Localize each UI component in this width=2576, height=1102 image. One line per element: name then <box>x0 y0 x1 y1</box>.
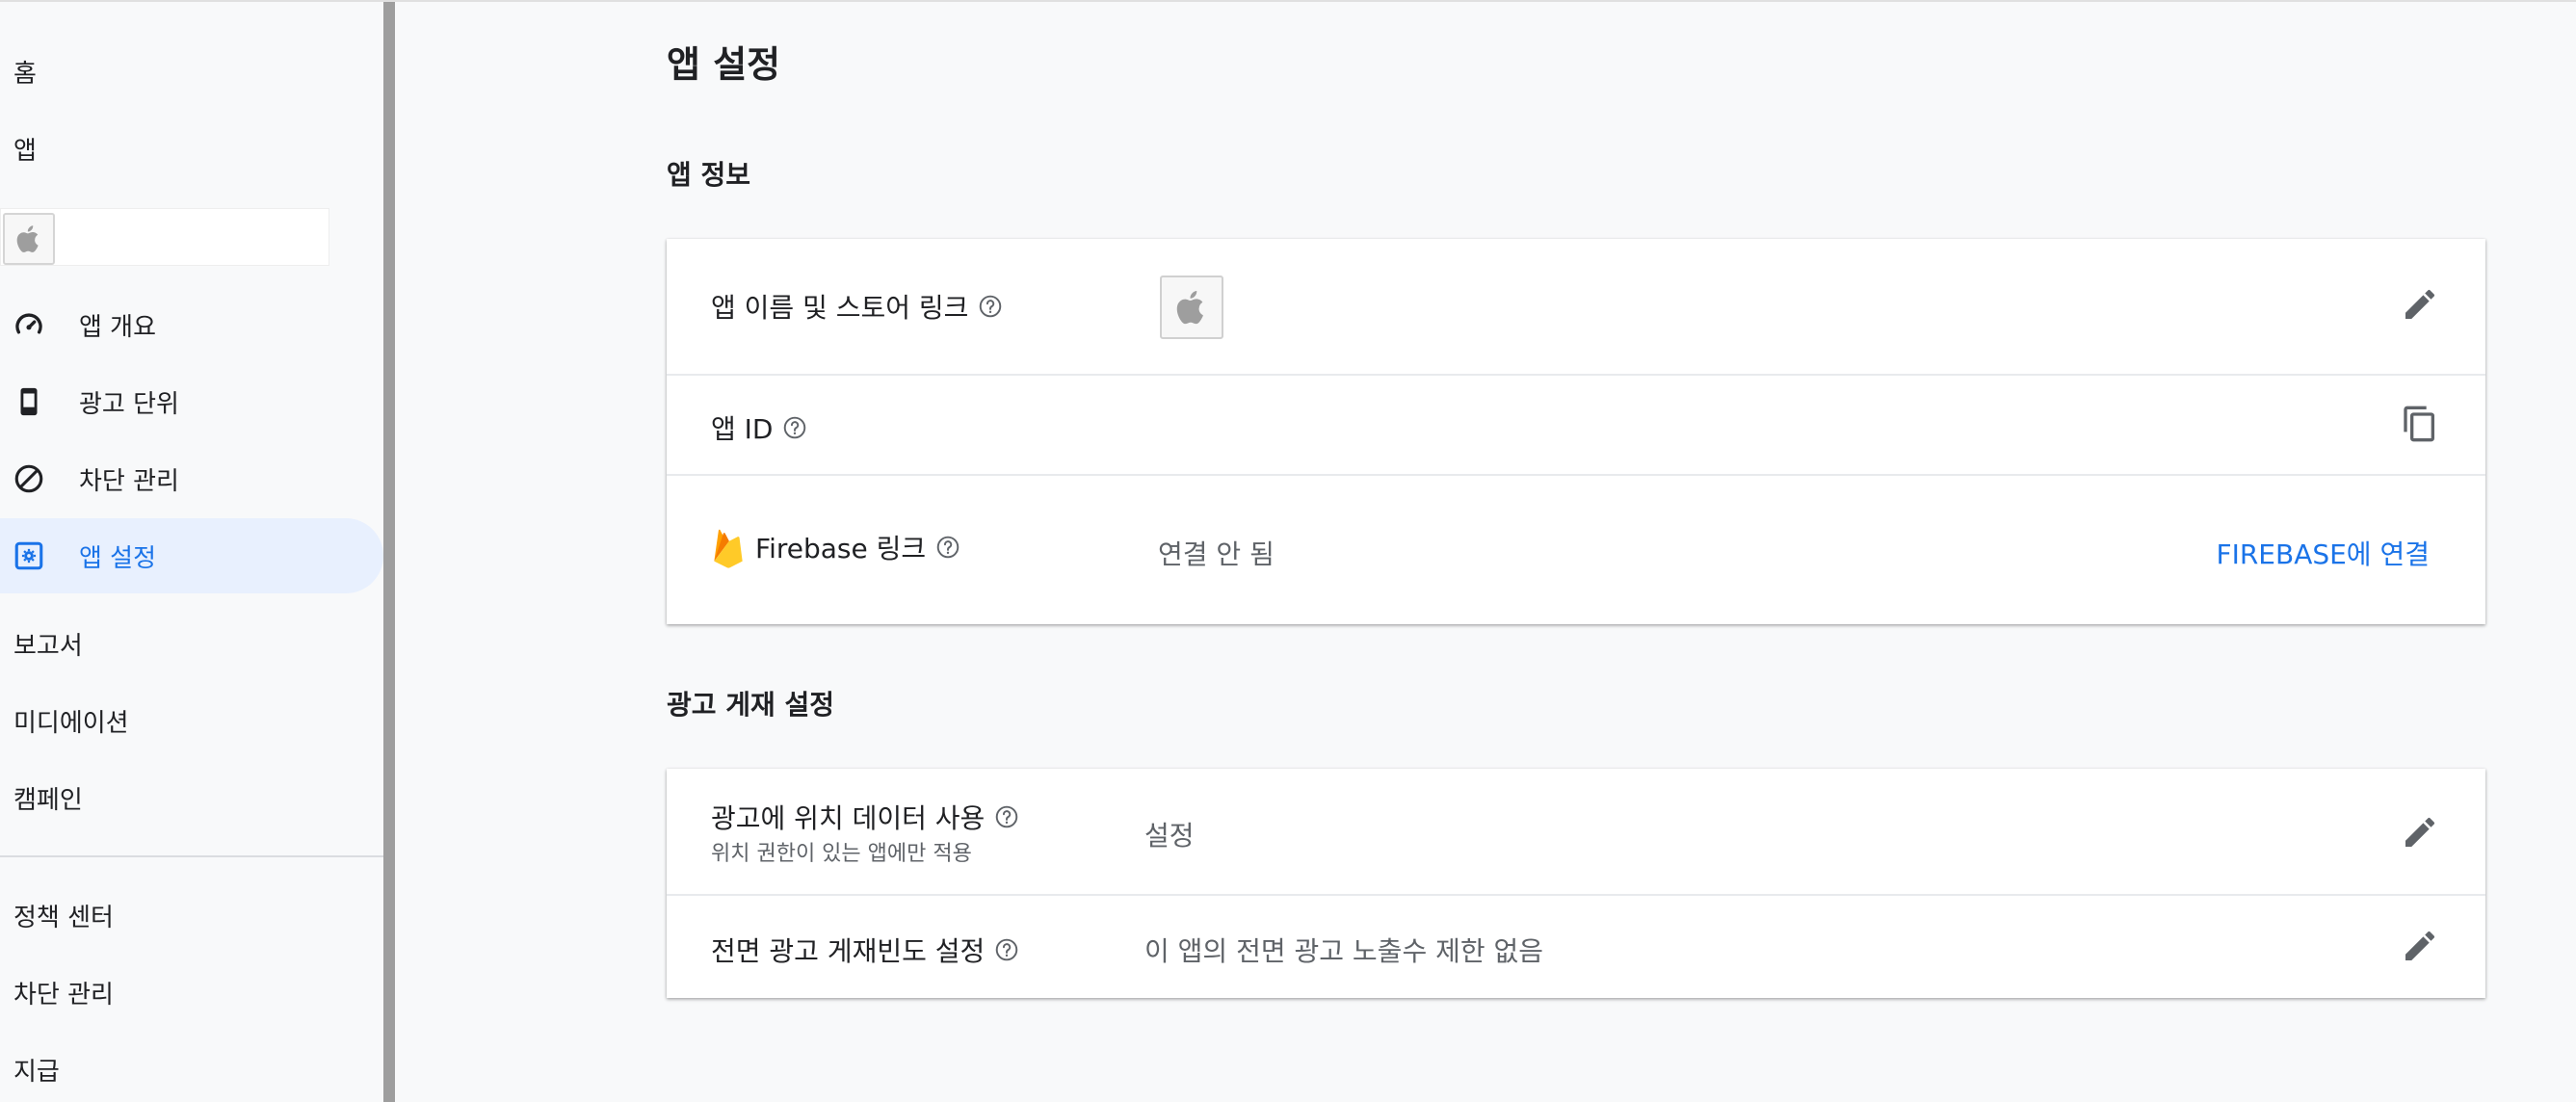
sidebar-divider <box>0 855 383 857</box>
nav-payments[interactable]: 지급 <box>13 1052 60 1088</box>
selected-app-chip[interactable] <box>0 208 329 266</box>
app-info-card: 앱 이름 및 스토어 링크 앱 ID Firebase 링크 연결 안 됨 FI… <box>667 239 2485 624</box>
edit-location-data-button[interactable] <box>2397 809 2443 855</box>
edit-app-name-button[interactable] <box>2397 281 2443 328</box>
firebase-status: 연결 안 됨 <box>1158 538 1275 570</box>
sidebar-item-label: 앱 설정 <box>79 543 157 573</box>
connect-firebase-button[interactable]: FIREBASE에 연결 <box>2216 534 2430 572</box>
sidebar-item-ad-units[interactable]: 광고 단위 <box>0 364 383 439</box>
location-data-label: 광고에 위치 데이터 사용 <box>711 802 986 834</box>
sidebar-item-label: 차단 관리 <box>79 466 179 496</box>
sidebar-scrollbar[interactable] <box>383 2 395 1102</box>
app-info-section-title: 앱 정보 <box>667 159 751 191</box>
nav-reports[interactable]: 보고서 <box>13 626 83 662</box>
phone-icon <box>12 384 46 419</box>
pencil-icon <box>2405 817 2435 847</box>
location-data-row: 광고에 위치 데이터 사용 위치 권한이 있는 앱에만 적용 설정 <box>667 769 2485 896</box>
pencil-icon <box>2405 289 2435 319</box>
sidebar: 홈 앱 앱 개요 광고 단위 차단 관리 앱 설정 보고서 미디에이션 캠페인 … <box>0 2 383 1102</box>
firebase-link-row: Firebase 링크 연결 안 됨 FIREBASE에 연결 <box>667 476 2485 624</box>
nav-policy-center[interactable]: 정책 센터 <box>13 898 114 933</box>
app-id-row: 앱 ID <box>667 376 2485 476</box>
frequency-cap-label: 전면 광고 게재빈도 설정 <box>711 935 986 967</box>
app-settings-icon <box>12 538 46 573</box>
sidebar-item-app-settings[interactable]: 앱 설정 <box>0 518 383 593</box>
edit-frequency-cap-button[interactable] <box>2397 923 2443 969</box>
nav-campaigns[interactable]: 캠페인 <box>13 780 83 816</box>
location-data-value: 설정 <box>1144 820 1195 852</box>
app-name-store-label: 앱 이름 및 스토어 링크 <box>711 292 969 324</box>
firebase-link-label: Firebase 링크 <box>755 533 927 564</box>
app-name-store-row: 앱 이름 및 스토어 링크 <box>667 239 2485 376</box>
app-id-label: 앱 ID <box>711 413 774 445</box>
sidebar-item-label: 앱 개요 <box>79 312 157 342</box>
sidebar-item-blocking[interactable]: 차단 관리 <box>0 441 383 516</box>
nav-home[interactable]: 홈 <box>13 54 37 90</box>
frequency-cap-value: 이 앱의 전면 광고 노출수 제한 없음 <box>1144 935 1544 967</box>
gauge-icon <box>12 307 46 342</box>
copy-icon <box>2404 406 2434 442</box>
apple-icon <box>3 213 55 265</box>
ad-serving-card: 광고에 위치 데이터 사용 위치 권한이 있는 앱에만 적용 설정 전면 광고 … <box>667 769 2485 998</box>
copy-app-id-button[interactable] <box>2397 401 2443 447</box>
frequency-cap-row: 전면 광고 게재빈도 설정 이 앱의 전면 광고 노출수 제한 없음 <box>667 896 2485 998</box>
firebase-icon <box>711 526 746 568</box>
nav-mediation[interactable]: 미디에이션 <box>13 703 129 739</box>
help-icon[interactable] <box>978 294 1003 319</box>
nav-apps[interactable]: 앱 <box>13 131 37 167</box>
help-icon[interactable] <box>935 535 960 560</box>
help-icon[interactable] <box>782 415 807 440</box>
sidebar-item-label: 광고 단위 <box>79 389 179 419</box>
help-icon[interactable] <box>994 804 1019 829</box>
page-title: 앱 설정 <box>667 43 781 86</box>
nav-blocking-controls[interactable]: 차단 관리 <box>13 975 114 1010</box>
sidebar-item-app-overview[interactable]: 앱 개요 <box>0 287 383 362</box>
block-icon <box>12 461 46 496</box>
help-icon[interactable] <box>994 937 1019 962</box>
location-data-sublabel: 위치 권한이 있는 앱에만 적용 <box>711 842 972 866</box>
ad-serving-section-title: 광고 게재 설정 <box>667 689 835 721</box>
pencil-icon <box>2405 931 2435 960</box>
app-store-apple-icon <box>1160 276 1223 339</box>
